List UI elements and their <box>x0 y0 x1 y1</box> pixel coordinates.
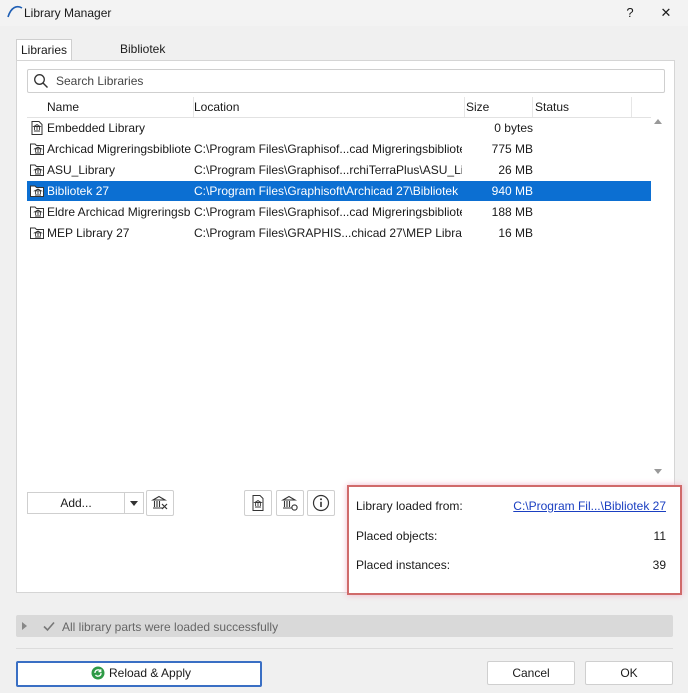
placed-instances-label: Placed instances: <box>356 558 451 572</box>
window-title: Library Manager <box>24 6 112 20</box>
column-header-name[interactable]: Name <box>47 100 79 114</box>
row-name: Embedded Library <box>47 121 146 135</box>
add-button[interactable]: Add... <box>27 492 125 514</box>
library-settings-button[interactable] <box>276 490 304 516</box>
row-size: 775 MB <box>491 142 533 156</box>
title-bar: Library Manager ? ✕ <box>0 0 688 26</box>
library-document-icon <box>252 495 264 511</box>
table-scrollbar[interactable] <box>651 117 665 481</box>
tab-libraries-in-project[interactable]: Libraries in Project <box>16 39 73 97</box>
cancel-button[interactable]: Cancel <box>487 661 575 685</box>
help-button[interactable]: ? <box>612 0 648 26</box>
reload-icon <box>91 666 105 680</box>
table-row[interactable]: MEP Library 27 C:\Program Files\GRAPHIS.… <box>27 223 651 243</box>
row-location: C:\Program Files\Graphisof...cad Migreri… <box>194 205 462 219</box>
expand-arrow-icon[interactable] <box>22 622 27 630</box>
row-size: 16 MB <box>498 226 533 240</box>
archicad-logo-icon <box>7 5 23 18</box>
row-size: 940 MB <box>491 184 533 198</box>
column-header-location[interactable]: Location <box>194 100 239 114</box>
row-name: MEP Library 27 <box>47 226 130 240</box>
table-header: Name Location Size Status <box>27 97 651 118</box>
reload-apply-label: Reload & Apply <box>109 666 192 680</box>
loaded-from-label: Library loaded from: <box>356 499 463 513</box>
column-header-size[interactable]: Size <box>466 100 489 114</box>
library-gear-icon <box>281 495 298 511</box>
table-row[interactable]: Embedded Library 0 bytes <box>27 118 651 138</box>
load-status-bar[interactable]: All library parts were loaded successful… <box>16 615 673 637</box>
embedded-library-icon <box>31 121 43 135</box>
search-icon <box>34 74 48 88</box>
row-location: C:\Program Files\Graphisoft\Archicad 27\… <box>194 184 462 198</box>
library-info-box: Library loaded from: C:\Program Fil...\B… <box>347 485 682 595</box>
row-name: Bibliotek 27 <box>47 184 110 198</box>
tab-bibliotek-27[interactable]: Bibliotek 27 <box>116 39 169 76</box>
remove-library-button[interactable] <box>146 490 174 516</box>
folder-icon <box>30 164 44 176</box>
row-size: 188 MB <box>491 205 533 219</box>
table-row-selected[interactable]: Bibliotek 27 C:\Program Files\Graphisoft… <box>27 181 651 201</box>
row-location: C:\Program Files\Graphisof...rchiTerraPl… <box>194 163 462 177</box>
library-table: Name Location Size Status Embedded Libra… <box>27 97 651 481</box>
placed-instances-value: 39 <box>652 558 666 572</box>
info-button[interactable] <box>307 490 335 516</box>
divider <box>16 648 673 649</box>
row-name: Archicad Migreringsbibliote... <box>47 142 191 156</box>
checkmark-icon <box>43 621 55 632</box>
table-row[interactable]: ASU_Library C:\Program Files\Graphisof..… <box>27 160 651 180</box>
close-button[interactable]: ✕ <box>648 0 684 26</box>
add-dropdown-button[interactable] <box>124 492 144 514</box>
reload-apply-button[interactable]: Reload & Apply <box>16 661 262 687</box>
folder-icon <box>30 227 44 239</box>
row-size: 26 MB <box>498 163 533 177</box>
scroll-down-arrow-icon[interactable] <box>654 469 662 474</box>
folder-icon <box>30 206 44 218</box>
library-report-button[interactable] <box>244 490 272 516</box>
row-size: 0 bytes <box>494 121 533 135</box>
row-location: C:\Program Files\GRAPHIS...chicad 27\MEP… <box>194 226 462 240</box>
folder-icon <box>30 185 44 197</box>
info-icon <box>312 494 330 512</box>
placed-objects-label: Placed objects: <box>356 529 438 543</box>
status-message: All library parts were loaded successful… <box>62 620 279 634</box>
scroll-up-arrow-icon[interactable] <box>654 119 662 124</box>
search-box[interactable] <box>27 69 665 93</box>
folder-icon <box>30 143 44 155</box>
row-name: ASU_Library <box>47 163 116 177</box>
loaded-from-link[interactable]: C:\Program Fil...\Bibliotek 27 <box>513 499 666 513</box>
libraries-panel: Name Location Size Status Embedded Libra… <box>16 60 682 595</box>
placed-objects-value: 11 <box>653 529 666 543</box>
ok-button[interactable]: OK <box>585 661 673 685</box>
table-row[interactable]: Eldre Archicad Migreringsbi... C:\Progra… <box>27 202 651 222</box>
row-name: Eldre Archicad Migreringsbi... <box>47 205 191 219</box>
remove-library-icon <box>151 495 168 510</box>
search-input[interactable] <box>54 72 658 90</box>
table-row[interactable]: Archicad Migreringsbibliote... C:\Progra… <box>27 139 651 159</box>
column-header-status[interactable]: Status <box>535 100 569 114</box>
row-location: C:\Program Files\Graphisof...cad Migreri… <box>194 142 462 156</box>
